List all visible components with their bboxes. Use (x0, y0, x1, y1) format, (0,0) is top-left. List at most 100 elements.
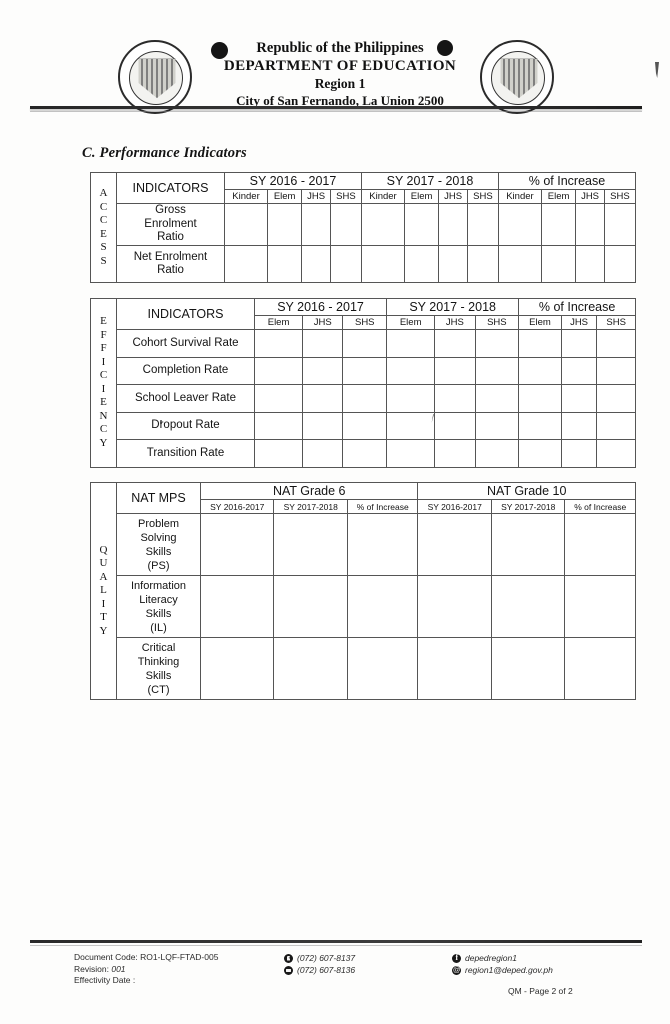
data-cell[interactable] (603, 245, 637, 283)
data-cell[interactable] (518, 411, 562, 440)
data-cell[interactable] (596, 439, 636, 468)
data-cell[interactable] (490, 575, 566, 638)
data-cell[interactable] (199, 575, 275, 638)
data-cell[interactable] (346, 637, 419, 700)
data-cell[interactable] (434, 356, 476, 385)
data-cell[interactable] (267, 245, 303, 283)
data-cell[interactable] (253, 439, 304, 468)
data-cell[interactable] (302, 439, 344, 468)
data-cell[interactable] (253, 384, 304, 413)
column-subheader: SY 2016-2017 (417, 499, 492, 514)
data-cell[interactable] (302, 384, 344, 413)
data-cell[interactable] (497, 245, 542, 283)
data-cell[interactable] (474, 411, 520, 440)
data-cell[interactable] (386, 384, 436, 413)
data-cell[interactable] (417, 575, 492, 638)
column-subheader: Kinder (223, 189, 269, 204)
data-cell[interactable] (386, 411, 436, 440)
data-cell[interactable] (490, 637, 566, 700)
data-cell[interactable] (596, 411, 636, 440)
data-cell[interactable] (560, 439, 598, 468)
data-cell[interactable] (342, 439, 388, 468)
data-cell[interactable] (273, 513, 348, 576)
data-cell[interactable] (497, 203, 542, 246)
data-cell[interactable] (302, 411, 344, 440)
data-cell[interactable] (342, 329, 388, 358)
data-cell[interactable] (434, 329, 476, 358)
data-cell[interactable] (434, 384, 476, 413)
data-cell[interactable] (560, 329, 598, 358)
data-cell[interactable] (560, 411, 598, 440)
data-cell[interactable] (253, 329, 304, 358)
data-cell[interactable] (342, 411, 388, 440)
data-cell[interactable] (474, 356, 520, 385)
data-cell[interactable] (540, 203, 577, 246)
data-cell[interactable] (386, 329, 436, 358)
data-cell[interactable] (518, 356, 562, 385)
data-cell[interactable] (474, 384, 520, 413)
data-cell[interactable] (273, 637, 348, 700)
data-cell[interactable] (342, 356, 388, 385)
data-cell[interactable] (518, 329, 562, 358)
data-cell[interactable] (386, 439, 436, 468)
data-cell[interactable] (434, 439, 476, 468)
fax-row: (072) 607-8136 (284, 964, 355, 976)
data-cell[interactable] (223, 245, 269, 283)
data-cell[interactable] (560, 356, 598, 385)
data-cell[interactable] (403, 203, 440, 246)
data-cell[interactable] (518, 439, 562, 468)
data-cell[interactable] (540, 245, 577, 283)
data-cell[interactable] (474, 439, 520, 468)
data-cell[interactable] (596, 384, 636, 413)
data-cell[interactable] (199, 513, 275, 576)
data-cell[interactable] (596, 329, 636, 358)
data-cell[interactable] (466, 203, 499, 246)
data-cell[interactable] (329, 203, 362, 246)
column-group-header: SY 2017 - 2018 (386, 298, 520, 316)
data-cell[interactable] (575, 203, 605, 246)
data-cell[interactable] (466, 245, 499, 283)
column-header-indicators: INDICATORS (116, 172, 225, 204)
data-cell[interactable] (302, 356, 344, 385)
data-cell[interactable] (564, 637, 636, 700)
data-cell[interactable] (360, 203, 406, 246)
data-cell[interactable] (342, 384, 388, 413)
row-label: Net Enrolment Ratio (116, 245, 225, 283)
data-cell[interactable] (518, 384, 562, 413)
data-cell[interactable] (267, 203, 303, 246)
row-label: Dropout Rate (116, 411, 255, 440)
data-cell[interactable] (564, 513, 636, 576)
table-row: Dropout Rate (91, 411, 636, 440)
data-cell[interactable] (438, 245, 468, 283)
data-cell[interactable] (302, 329, 344, 358)
data-cell[interactable] (596, 356, 636, 385)
data-cell[interactable] (253, 411, 304, 440)
data-cell[interactable] (301, 203, 331, 246)
data-cell[interactable] (438, 203, 468, 246)
data-cell[interactable] (346, 513, 419, 576)
footer-online-contacts: depedregion1 region1@deped.gov.ph (452, 952, 553, 976)
data-cell[interactable] (564, 575, 636, 638)
data-cell[interactable] (273, 575, 348, 638)
side-letter: C (99, 423, 108, 436)
data-cell[interactable] (575, 245, 605, 283)
data-cell[interactable] (253, 356, 304, 385)
email-row[interactable]: region1@deped.gov.ph (452, 964, 553, 976)
data-cell[interactable] (199, 637, 275, 700)
data-cell[interactable] (360, 245, 406, 283)
data-cell[interactable] (346, 575, 419, 638)
phone-row: (072) 607-8137 (284, 952, 355, 964)
data-cell[interactable] (434, 411, 476, 440)
facebook-row[interactable]: depedregion1 (452, 952, 553, 964)
data-cell[interactable] (417, 513, 492, 576)
data-cell[interactable] (403, 245, 440, 283)
data-cell[interactable] (603, 203, 637, 246)
data-cell[interactable] (560, 384, 598, 413)
data-cell[interactable] (223, 203, 269, 246)
data-cell[interactable] (386, 356, 436, 385)
data-cell[interactable] (490, 513, 566, 576)
data-cell[interactable] (474, 329, 520, 358)
data-cell[interactable] (329, 245, 362, 283)
data-cell[interactable] (417, 637, 492, 700)
data-cell[interactable] (301, 245, 331, 283)
